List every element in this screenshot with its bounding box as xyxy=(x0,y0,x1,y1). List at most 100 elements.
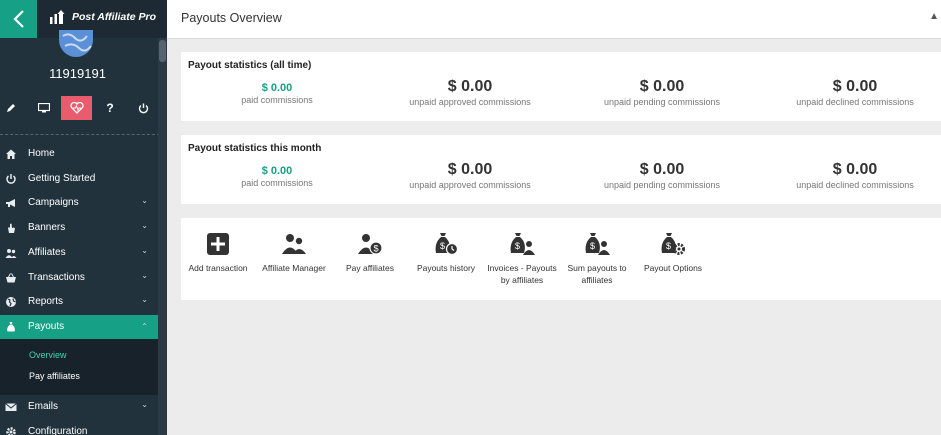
tool-label: Invoices - Payouts xyxy=(487,263,557,273)
power-icon xyxy=(138,103,148,113)
sidebar-item-label: Campaigns xyxy=(28,197,79,208)
sidebar-item-payouts[interactable]: Payouts ⌃ xyxy=(0,315,158,339)
user-menu-icon[interactable]: ▲ xyxy=(929,11,939,22)
pay-affiliates-button[interactable]: $ Pay affiliates xyxy=(337,232,403,274)
money-bag-gear-icon: $ xyxy=(661,233,685,255)
sidebar-item-label: Affiliates xyxy=(28,247,66,258)
stat-unpaid-declined: $ 0.00 unpaid declined commissions xyxy=(775,161,935,190)
affiliate-manager-icon xyxy=(282,234,306,254)
stat-caption: unpaid declined commissions xyxy=(796,180,914,190)
username: 11919191 xyxy=(49,66,106,81)
subnav-pay-affiliates[interactable]: Pay affiliates xyxy=(29,371,80,381)
tool-label: Payouts history xyxy=(416,263,476,273)
tool-label: Pay affiliates xyxy=(345,263,395,273)
stat-value: $ 0.00 xyxy=(447,161,493,178)
stat-value: $ 0.00 xyxy=(832,161,878,178)
stat-caption: unpaid pending commissions xyxy=(603,97,721,107)
sidebar-item-label: Reports xyxy=(28,296,64,307)
stat-unpaid-approved: $ 0.00 unpaid approved commissions xyxy=(390,78,550,107)
payouts-submenu: Overview Pay affiliates xyxy=(0,339,158,395)
stat-value: $ 0.00 xyxy=(447,78,493,95)
stat-caption: unpaid approved commissions xyxy=(409,97,531,107)
heartbeat-icon xyxy=(69,102,84,114)
sidebar: Post Affiliate Pro 11919191 ? Home Getti… xyxy=(0,0,167,435)
stats-month-panel: Payout statistics this month $ 0.00 paid… xyxy=(181,135,941,204)
chevron-down-icon: ⌄ xyxy=(141,221,148,230)
home-icon xyxy=(6,149,16,159)
pencil-icon xyxy=(7,104,15,112)
tool-label: Affiliate Manager xyxy=(262,263,326,273)
avatar[interactable] xyxy=(59,30,93,57)
money-bag-icon xyxy=(7,322,15,332)
users-icon xyxy=(5,249,17,258)
chevron-down-icon: ⌄ xyxy=(141,400,148,409)
stat-unpaid-pending: $ 0.00 unpaid pending commissions xyxy=(582,161,742,190)
tool-label: Add transaction xyxy=(188,263,248,273)
sidebar-item-label: Home xyxy=(28,148,55,159)
sum-payouts-button[interactable]: $ Sum payouts to affiliates xyxy=(562,232,632,286)
plus-square-icon xyxy=(207,233,229,255)
globe-avatar-icon xyxy=(62,33,92,52)
question-icon: ? xyxy=(106,101,114,115)
app-logo[interactable]: Post Affiliate Pro xyxy=(50,10,156,24)
stat-caption: unpaid pending commissions xyxy=(603,180,721,190)
divider xyxy=(0,134,160,135)
stat-value: $ 0.00 xyxy=(832,78,878,95)
invoices-payouts-button[interactable]: $ Invoices - Payouts by affiliates xyxy=(484,232,560,286)
stat-paid: $ 0.00 paid commissions xyxy=(217,161,337,188)
add-transaction-button[interactable]: Add transaction xyxy=(185,232,251,274)
stat-value: $ 0.00 xyxy=(261,82,293,94)
logout-button[interactable] xyxy=(132,96,154,120)
pay-affiliates-icon: $ xyxy=(358,234,383,255)
chevron-left-icon xyxy=(12,10,24,28)
stats-all-time-panel: Payout statistics (all time) $ 0.00 paid… xyxy=(181,52,941,121)
affiliate-manager-button[interactable]: Affiliate Manager xyxy=(259,232,329,274)
edit-button[interactable] xyxy=(0,96,22,120)
svg-text:$: $ xyxy=(515,241,520,251)
stat-caption: unpaid declined commissions xyxy=(796,97,914,107)
sidebar-item-label: Banners xyxy=(28,222,66,233)
sidebar-item-label: Emails xyxy=(28,401,59,412)
sidebar-item-campaigns[interactable]: Campaigns ⌄ xyxy=(0,191,158,215)
payout-tools-panel: Add transaction Affiliate Manager $ Pay … xyxy=(181,218,941,300)
sidebar-item-banners[interactable]: Banners ⌄ xyxy=(0,216,158,240)
sidebar-item-getting-started[interactable]: Getting Started xyxy=(0,167,158,191)
money-bag-clock-icon: $ xyxy=(435,233,459,256)
scroll-thumb[interactable] xyxy=(159,40,166,62)
sidebar-item-affiliates[interactable]: Affiliates ⌄ xyxy=(0,241,158,265)
sidebar-scrollbar[interactable] xyxy=(158,38,167,435)
sidebar-item-emails[interactable]: Emails ⌄ xyxy=(0,395,158,419)
sidebar-item-transactions[interactable]: Transactions ⌄ xyxy=(0,266,158,290)
money-bag-users-icon: $ xyxy=(510,233,535,255)
stat-value: $ 0.00 xyxy=(639,161,685,178)
monitor-button[interactable] xyxy=(33,96,55,120)
envelope-icon xyxy=(5,403,17,411)
chevron-up-icon: ⌃ xyxy=(141,322,148,331)
monitor-icon xyxy=(38,103,50,113)
chevron-down-icon: ⌄ xyxy=(141,246,148,255)
back-button[interactable] xyxy=(0,0,37,38)
help-button[interactable]: ? xyxy=(99,96,121,120)
payouts-history-button[interactable]: $ Payouts history xyxy=(410,232,482,274)
svg-text:$: $ xyxy=(666,241,671,251)
sidebar-item-configuration[interactable]: Configuration xyxy=(0,420,158,435)
payout-options-button[interactable]: $ Payout Options xyxy=(637,232,709,274)
hand-icon xyxy=(8,223,15,233)
svg-text:$: $ xyxy=(440,241,445,251)
health-button[interactable] xyxy=(61,96,92,120)
sidebar-item-label: Payouts xyxy=(28,321,65,332)
sidebar-item-label: Configuration xyxy=(28,426,88,435)
tool-label: Sum payouts to xyxy=(567,263,627,273)
sidebar-item-reports[interactable]: Reports ⌄ xyxy=(0,290,158,314)
tool-label: by affiliates xyxy=(500,275,544,285)
logo-icon xyxy=(50,10,65,24)
page-header: Payouts Overview ▲ xyxy=(167,0,941,39)
stat-caption: paid commissions xyxy=(241,178,313,188)
subnav-overview[interactable]: Overview xyxy=(29,350,67,360)
stat-caption: paid commissions xyxy=(241,95,313,105)
sidebar-item-home[interactable]: Home xyxy=(0,142,158,166)
power-icon xyxy=(6,174,16,184)
sidebar-item-label: Getting Started xyxy=(28,173,96,184)
globe-icon xyxy=(6,297,16,307)
stat-paid: $ 0.00 paid commissions xyxy=(217,78,337,105)
